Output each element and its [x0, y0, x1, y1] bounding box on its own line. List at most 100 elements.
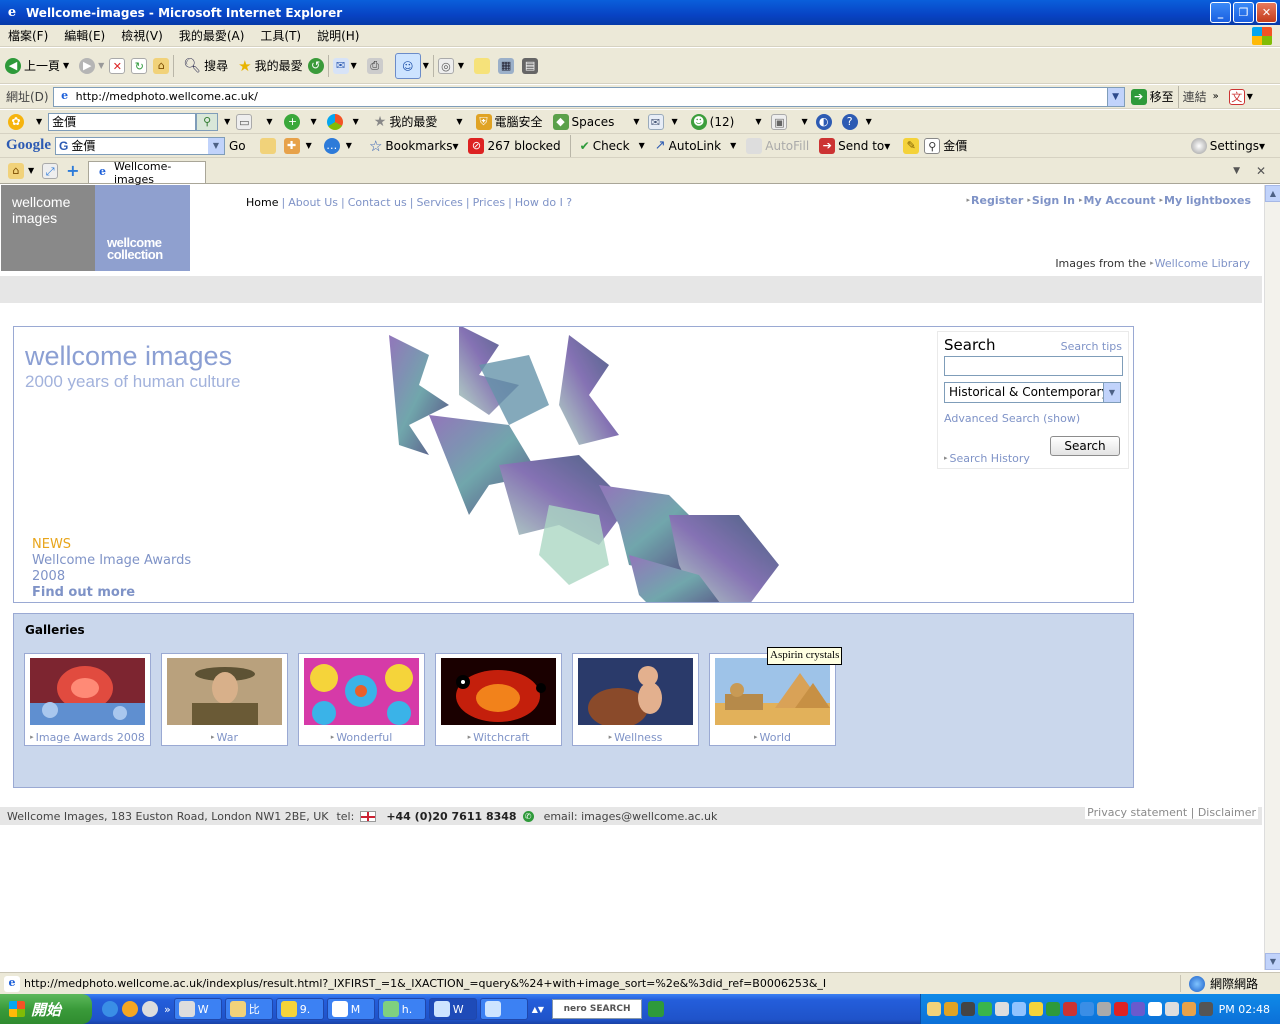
register-link[interactable]: Register: [967, 194, 1023, 207]
rss-icon[interactable]: ▣: [771, 113, 788, 130]
msn-mail-icon[interactable]: ✉: [647, 113, 664, 130]
gallery-thumb-wellness[interactable]: [578, 658, 693, 725]
menu-file[interactable]: 檔案(F): [0, 27, 56, 44]
taskbar-app-7[interactable]: [479, 998, 528, 1020]
taskbar-app-5[interactable]: h.: [377, 998, 426, 1020]
bookmarks-button[interactable]: ☆ Bookmarks▾: [369, 137, 459, 155]
back-dropdown-icon[interactable]: ▼: [63, 61, 69, 70]
nav-services[interactable]: Services: [416, 196, 462, 209]
wellcome-collection-logo[interactable]: wellcome collection: [95, 185, 190, 271]
tools-icon[interactable]: ▦: [498, 57, 515, 74]
taskbar-app-1[interactable]: W: [173, 998, 222, 1020]
msn-dropdown-icon[interactable]: ▼: [36, 117, 42, 126]
tray-icon-3[interactable]: [961, 1002, 975, 1016]
quicklaunch-media-icon[interactable]: [142, 1001, 158, 1017]
translate-dropdown-icon[interactable]: ▼: [1247, 92, 1253, 101]
spellcheck-button[interactable]: ✔ Check ▼: [580, 139, 645, 153]
nav-home[interactable]: Home: [246, 196, 278, 209]
tray-clock[interactable]: PM 02:48: [1219, 1003, 1270, 1016]
tray-icon-8[interactable]: [1046, 1002, 1060, 1016]
msn-help-dropdown-icon[interactable]: ▼: [866, 117, 872, 126]
menu-favorites[interactable]: 我的最愛(A): [171, 27, 253, 44]
nero-search-box[interactable]: nero SEARCH: [552, 999, 643, 1019]
history-icon[interactable]: ↺: [307, 57, 324, 74]
research-icon[interactable]: ◎: [437, 57, 454, 74]
tray-icon-10[interactable]: [1080, 1002, 1094, 1016]
tab-close-icon[interactable]: ✕: [1256, 164, 1266, 178]
tray-icon-4[interactable]: [978, 1002, 992, 1016]
msn-add-icon[interactable]: +: [284, 113, 301, 130]
taskbar-app-3[interactable]: 9.: [275, 998, 324, 1020]
msn-window-icon[interactable]: ▭: [236, 113, 253, 130]
collection-select[interactable]: Historical & Contemporary ▼: [944, 382, 1121, 403]
gallery-label-war[interactable]: War: [162, 731, 287, 744]
contacts-button[interactable]: ☻ (12): [690, 113, 734, 130]
google-puzzle-dropdown-icon[interactable]: ▼: [306, 141, 312, 150]
tray-icon-14[interactable]: [1148, 1002, 1162, 1016]
my-lightboxes-link[interactable]: My lightboxes: [1159, 194, 1251, 207]
msn-add-dropdown-icon[interactable]: ▼: [310, 117, 316, 126]
gallery-thumb-image-awards[interactable]: [30, 658, 145, 725]
maximize-button[interactable]: ❐: [1233, 2, 1254, 23]
tray-icon-15[interactable]: [1165, 1002, 1179, 1016]
msn-favorites-button[interactable]: ★ 我的最愛: [374, 113, 438, 130]
messenger-dropdown-icon[interactable]: ▼: [423, 61, 429, 70]
tray-icon-13[interactable]: [1131, 1002, 1145, 1016]
rss-dropdown-icon[interactable]: ▼: [801, 117, 807, 126]
google-talk-dropdown-icon[interactable]: ▼: [346, 141, 352, 150]
favorites-button[interactable]: ★ 我的最愛: [238, 57, 302, 75]
tray-icon-9[interactable]: [1063, 1002, 1077, 1016]
search-query-input[interactable]: [944, 356, 1123, 376]
messenger-icon[interactable]: ☺: [394, 52, 421, 79]
home-icon[interactable]: ⌂: [153, 57, 170, 74]
wellcome-images-logo[interactable]: wellcome images: [1, 185, 96, 271]
gallery-thumb-war[interactable]: [167, 658, 282, 725]
autofill-button[interactable]: AutoFill: [746, 137, 809, 154]
gallery-card-world[interactable]: World: [709, 653, 836, 746]
gallery-label-wellness[interactable]: Wellness: [573, 731, 698, 744]
autolink-dropdown-icon[interactable]: ▼: [730, 141, 736, 150]
tray-icon-16[interactable]: [1182, 1002, 1196, 1016]
msn-help-icon[interactable]: ?: [841, 113, 858, 130]
quicklaunch-ie-icon[interactable]: [102, 1001, 118, 1017]
spaces-dropdown-icon[interactable]: ▼: [633, 117, 639, 126]
quicklaunch-more-icon[interactable]: »: [164, 1003, 171, 1016]
msn-live-dropdown-icon[interactable]: ▼: [353, 117, 359, 126]
translate-icon[interactable]: 文: [1228, 88, 1245, 105]
menu-help[interactable]: 說明(H): [309, 27, 367, 44]
msn-mail-dropdown-icon[interactable]: ▼: [672, 117, 678, 126]
gallery-label-wonderful[interactable]: Wonderful: [299, 731, 424, 744]
search-term-button[interactable]: ⚲ 金價: [924, 137, 967, 154]
google-go-button[interactable]: Go: [229, 139, 246, 153]
gallery-thumb-wonderful[interactable]: [304, 658, 419, 725]
msn-live-icon[interactable]: [326, 113, 343, 130]
mail-dropdown-icon[interactable]: ▼: [351, 61, 357, 70]
msn-search-input[interactable]: 金價: [48, 112, 197, 131]
google-search-dropdown-icon[interactable]: ▼: [208, 137, 224, 154]
gallery-card-witchcraft[interactable]: Witchcraft: [435, 653, 562, 746]
refresh-icon[interactable]: ↻: [131, 57, 148, 74]
tab-favorites-icon[interactable]: ⌂: [8, 162, 24, 179]
sendto-button[interactable]: ➔ Send to▾: [819, 137, 890, 154]
gallery-card-image-awards[interactable]: Image Awards 2008: [24, 653, 151, 746]
address-input[interactable]: e http://medphoto.wellcome.ac.uk/ ▼: [52, 86, 1125, 107]
gallery-label-witchcraft[interactable]: Witchcraft: [436, 731, 561, 744]
msn-messenger-icon[interactable]: ◐: [815, 113, 832, 130]
msn-search-go-icon[interactable]: ⚲: [196, 112, 219, 131]
print-icon[interactable]: ⎙: [366, 57, 383, 74]
google-news-icon[interactable]: [259, 137, 276, 154]
google-logo[interactable]: Google: [6, 137, 51, 154]
google-search-input[interactable]: G 金價 ▼: [55, 136, 225, 155]
tray-icon-12[interactable]: [1114, 1002, 1128, 1016]
my-account-link[interactable]: My Account: [1079, 194, 1156, 207]
menu-view[interactable]: 檢視(V): [113, 27, 171, 44]
check-dropdown-icon[interactable]: ▼: [639, 141, 645, 150]
nav-how-do-i[interactable]: How do I ?: [515, 196, 572, 209]
menu-edit[interactable]: 編輯(E): [56, 27, 113, 44]
gallery-card-wellness[interactable]: Wellness: [572, 653, 699, 746]
tray-icon-2[interactable]: [944, 1002, 958, 1016]
nav-prices[interactable]: Prices: [473, 196, 506, 209]
notes-icon[interactable]: [474, 57, 491, 74]
msn-butterfly-icon[interactable]: ✿: [8, 113, 24, 130]
taskbar-app-2[interactable]: 比: [224, 998, 273, 1020]
